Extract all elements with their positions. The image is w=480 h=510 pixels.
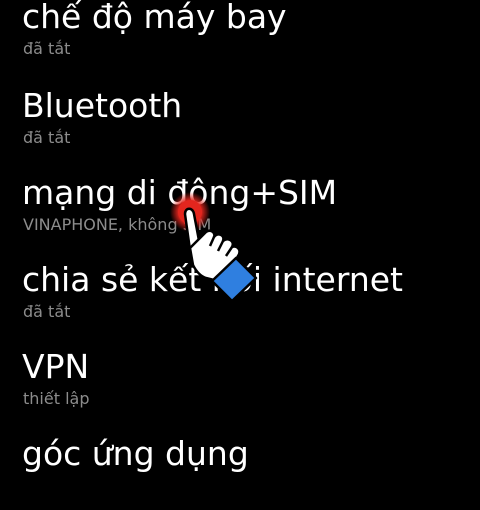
- setting-title: VPN: [22, 347, 90, 386]
- setting-status: thiết lập: [23, 389, 90, 408]
- setting-app-corner[interactable]: góc ứng dụng: [22, 434, 462, 510]
- setting-status: đã tắt: [23, 302, 71, 321]
- setting-vpn[interactable]: VPN thiết lập: [22, 347, 462, 423]
- setting-status: đã tắt: [23, 39, 71, 58]
- setting-airplane-mode[interactable]: chế độ máy bay đã tắt: [22, 0, 462, 73]
- setting-title: góc ứng dụng: [22, 434, 249, 473]
- setting-bluetooth[interactable]: Bluetooth đã tắt: [22, 86, 462, 162]
- setting-title: Bluetooth: [22, 86, 183, 125]
- setting-title: chế độ máy bay: [22, 0, 287, 36]
- setting-status: đã tắt: [23, 128, 71, 147]
- tap-hand-icon: [170, 192, 258, 303]
